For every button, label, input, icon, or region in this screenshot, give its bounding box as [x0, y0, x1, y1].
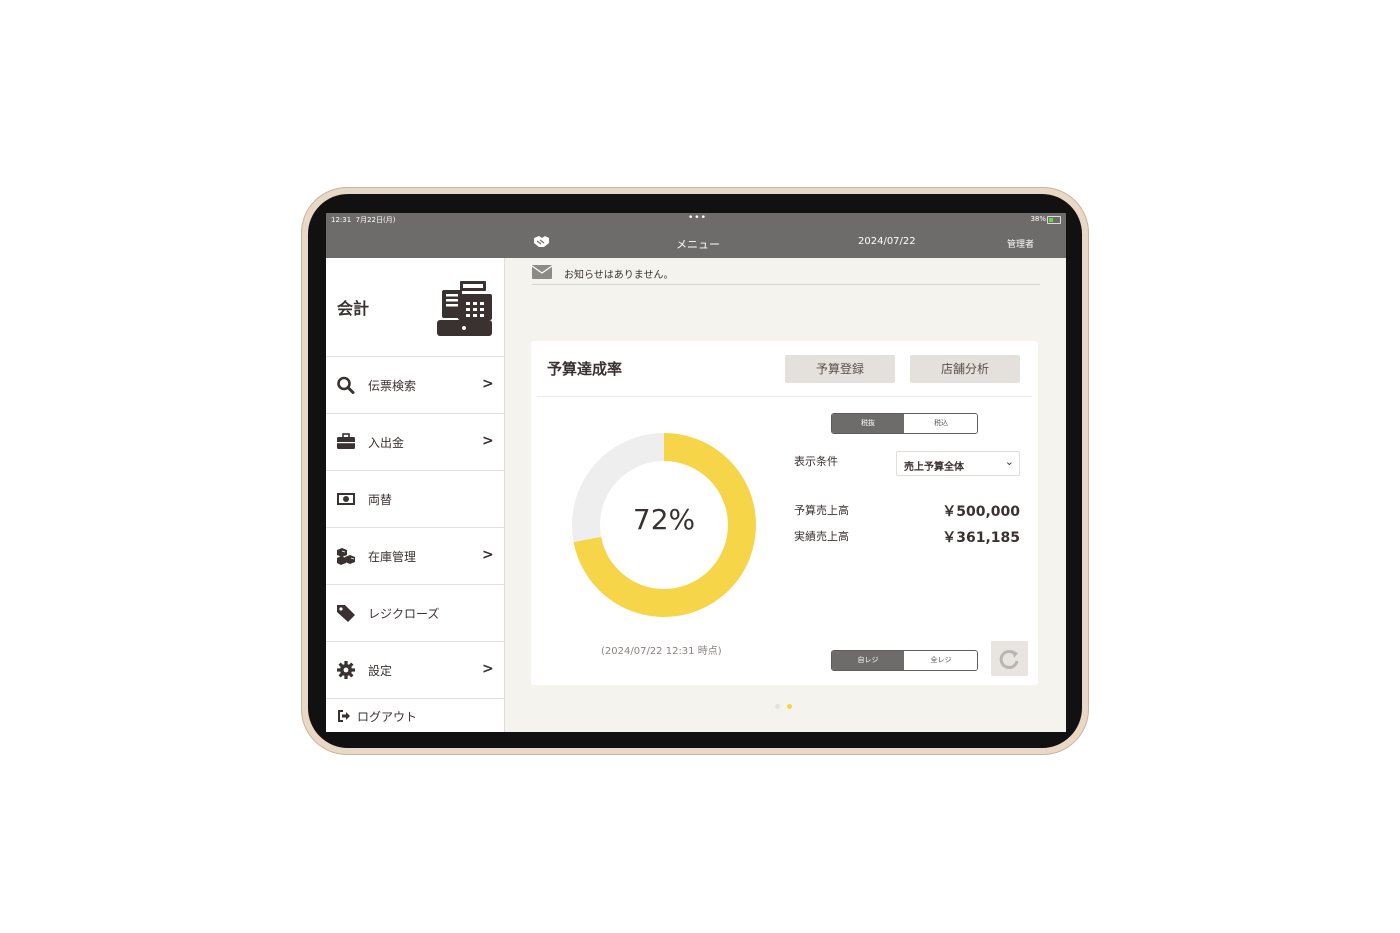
- register-toggle: 自レジ 全レジ: [831, 650, 978, 671]
- app-screen: 12:31 7月22日(月) ••• 38% メニュー 2024/07/22 管…: [326, 213, 1066, 732]
- tax-excluded-option[interactable]: 税抜: [832, 414, 904, 433]
- condition-select[interactable]: 売上予算全体 ⌄: [896, 451, 1020, 476]
- chevron-right-icon: >: [482, 433, 494, 449]
- sidebar-item-cash-inout[interactable]: 入出金 >: [326, 414, 504, 471]
- sidebar-item-label: 設定: [368, 664, 393, 678]
- achievement-percent: 72%: [632, 503, 696, 536]
- chevron-right-icon: >: [482, 547, 494, 563]
- sidebar-item-register-close[interactable]: レジクローズ: [326, 585, 504, 642]
- multitask-dots[interactable]: •••: [688, 213, 707, 223]
- actual-sales-label: 実績売上高: [794, 530, 849, 543]
- chevron-right-icon: >: [482, 376, 494, 392]
- sidebar-item-exchange[interactable]: 両替: [326, 471, 504, 528]
- money-bill-icon: [337, 493, 355, 505]
- user-name[interactable]: 管理者: [1007, 237, 1034, 250]
- handshake-logo-icon[interactable]: [533, 235, 550, 249]
- budget-register-button[interactable]: 予算登録: [785, 355, 895, 383]
- envelope-icon: [532, 265, 552, 279]
- sidebar-item-settings[interactable]: 設定 >: [326, 642, 504, 699]
- sidebar-item-inventory[interactable]: 在庫管理 >: [326, 528, 504, 585]
- refresh-icon: [999, 649, 1019, 669]
- refresh-button[interactable]: [991, 641, 1028, 676]
- own-register-option[interactable]: 自レジ: [832, 651, 904, 670]
- search-icon: [337, 376, 355, 394]
- page-dot-active[interactable]: [787, 704, 792, 709]
- timestamp: (2024/07/22 12:31 時点): [601, 646, 722, 657]
- tag-icon: [337, 605, 355, 622]
- briefcase-icon: [337, 433, 355, 449]
- divider: [537, 396, 1032, 397]
- sidebar-item-label: 両替: [368, 493, 393, 507]
- budget-sales-value: ￥500,000: [942, 504, 1020, 520]
- status-time: 12:31 7月22日(月): [331, 216, 396, 224]
- sidebar-item-label: 在庫管理: [368, 550, 417, 564]
- status-bar: 12:31 7月22日(月) ••• 38%: [326, 213, 1066, 227]
- store-analysis-button[interactable]: 店舗分析: [910, 355, 1020, 383]
- sign-out-icon: [338, 710, 350, 722]
- battery-icon: [1047, 216, 1061, 224]
- tax-toggle: 税抜 税込: [831, 413, 978, 434]
- notice-text: お知らせはありません。: [564, 270, 674, 281]
- sidebar-item-slip-search[interactable]: 伝票検索 >: [326, 357, 504, 414]
- page-dot[interactable]: [775, 704, 780, 709]
- condition-label: 表示条件: [794, 455, 838, 468]
- sidebar-header[interactable]: 会計: [326, 258, 504, 357]
- cubes-icon: [337, 548, 355, 565]
- cash-register-icon: [437, 281, 492, 336]
- chevron-right-icon: >: [482, 661, 494, 677]
- sidebar-header-label: 会計: [337, 299, 370, 318]
- all-registers-option[interactable]: 全レジ: [905, 651, 977, 670]
- sidebar-item-label: 入出金: [368, 436, 405, 450]
- condition-value: 売上予算全体: [904, 462, 964, 473]
- logout-label: ログアウト: [357, 710, 418, 724]
- actual-sales-value: ￥361,185: [942, 530, 1020, 546]
- battery-percent: 38%: [1030, 215, 1046, 223]
- nav-date: 2024/07/22: [858, 236, 916, 247]
- notice-bar[interactable]: お知らせはありません。: [532, 265, 1040, 285]
- page-title: メニュー: [676, 238, 720, 251]
- chevron-down-icon: ⌄: [1004, 455, 1014, 468]
- sidebar-item-label: 伝票検索: [368, 379, 417, 393]
- sidebar: 会計 伝票検索 > 入出金 > 両替 在庫管理 > レジクローズ 設定 > ログ…: [326, 258, 505, 732]
- tax-included-option[interactable]: 税込: [905, 414, 977, 433]
- gear-icon: [337, 661, 355, 679]
- budget-sales-label: 予算売上高: [794, 504, 849, 517]
- card-title: 予算達成率: [547, 360, 623, 378]
- sidebar-item-label: レジクローズ: [368, 607, 440, 621]
- logout-button[interactable]: ログアウト: [326, 699, 504, 732]
- nav-bar: メニュー 2024/07/22 管理者: [326, 227, 1066, 258]
- budget-achievement-card: 予算達成率 予算登録 店舗分析 税抜 税込 表示条件 売上予算全体 ⌄ 予算売上…: [531, 341, 1038, 685]
